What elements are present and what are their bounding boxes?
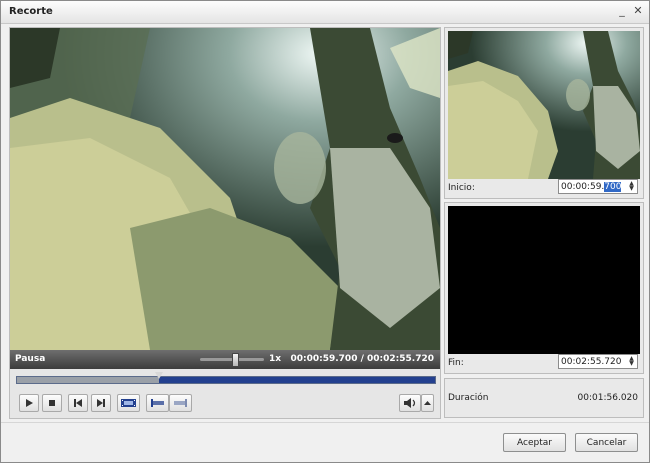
minimize-icon[interactable]: _ xyxy=(615,4,629,18)
player-status-bar: Pausa 1x 00:00:59.700 / 00:02:55.720 xyxy=(10,350,440,369)
time-display: 00:00:59.700 / 00:02:55.720 xyxy=(290,354,434,364)
speed-slider-thumb[interactable] xyxy=(232,353,240,367)
next-frame-icon xyxy=(97,399,105,407)
playhead-handle[interactable] xyxy=(155,372,164,379)
dropdown-arrow-icon xyxy=(424,401,431,405)
start-time-spinner[interactable]: ▲ ▼ xyxy=(627,181,636,192)
duration-panel: Duración 00:01:56.020 xyxy=(444,378,644,418)
player-panel: Pausa 1x 00:00:59.700 / 00:02:55.720 xyxy=(9,27,441,419)
dialog-separator xyxy=(1,422,649,423)
set-start-button[interactable] xyxy=(146,394,169,412)
volume-icon xyxy=(404,398,416,408)
volume-menu-button[interactable] xyxy=(421,394,434,412)
title-bar: Recorte _ ✕ xyxy=(1,1,649,24)
previous-frame-button[interactable] xyxy=(68,394,88,412)
play-icon xyxy=(26,399,33,407)
play-button[interactable] xyxy=(19,394,39,412)
end-frame-panel: Fin: 00:02:55.720 ▲ ▼ xyxy=(444,202,644,374)
end-label: Fin: xyxy=(448,358,464,368)
filmstrip-button[interactable] xyxy=(117,394,140,412)
set-end-icon xyxy=(174,399,187,407)
volume-button[interactable] xyxy=(399,394,421,412)
start-time-selected: 700 xyxy=(604,182,622,192)
timeline-played xyxy=(17,377,160,383)
timeline-bar[interactable] xyxy=(16,372,436,384)
start-time-input[interactable]: 00:00:59.700 ▲ ▼ xyxy=(558,179,638,194)
close-icon[interactable]: ✕ xyxy=(631,4,645,18)
filmstrip-icon xyxy=(121,399,136,407)
start-frame-thumbnail xyxy=(448,31,640,179)
window-title: Recorte xyxy=(9,6,53,17)
stop-button[interactable] xyxy=(42,394,62,412)
speed-value: 1x xyxy=(269,354,282,364)
duration-label: Duración xyxy=(448,393,489,403)
end-time-spinner[interactable]: ▲ ▼ xyxy=(627,356,636,367)
next-frame-button[interactable] xyxy=(91,394,111,412)
end-time-value: 00:02:55.720 xyxy=(561,357,622,367)
end-time-input[interactable]: 00:02:55.720 ▲ ▼ xyxy=(558,354,638,369)
start-frame-panel: Inicio: 00:00:59.700 ▲ ▼ xyxy=(444,27,644,199)
playback-status: Pausa xyxy=(15,354,46,364)
previous-frame-icon xyxy=(74,399,82,407)
stop-icon xyxy=(49,400,55,406)
duration-value: 00:01:56.020 xyxy=(577,393,638,403)
ok-button[interactable]: Aceptar xyxy=(503,433,566,452)
start-label: Inicio: xyxy=(448,183,475,193)
start-time-value: 00:00:59. xyxy=(561,182,605,192)
video-preview[interactable] xyxy=(10,28,440,350)
end-frame-thumbnail xyxy=(448,206,640,354)
set-start-icon xyxy=(151,399,164,407)
cancel-button[interactable]: Cancelar xyxy=(575,433,638,452)
set-end-button[interactable] xyxy=(169,394,192,412)
trim-dialog: Recorte _ ✕ Pausa 1x 00:00:59.700 / 00:0… xyxy=(0,0,650,463)
